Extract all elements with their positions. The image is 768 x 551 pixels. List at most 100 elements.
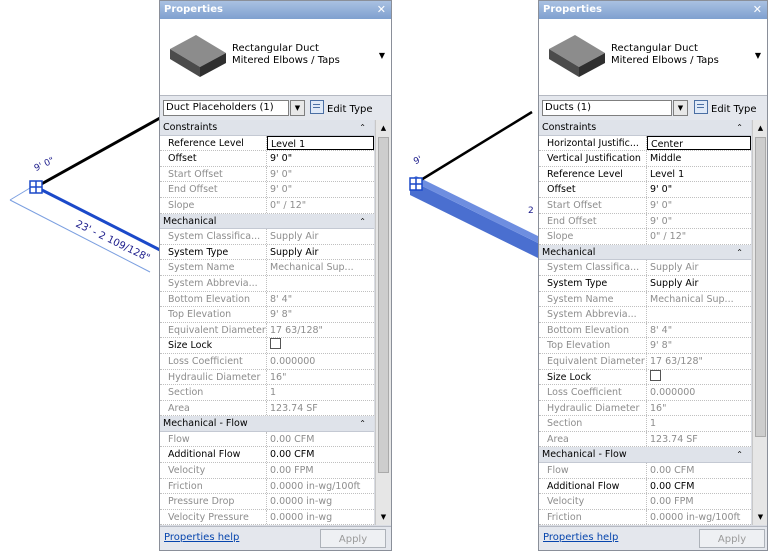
property-row: Section 1 [539,416,751,432]
property-row[interactable]: Additional Flow 0.00 CFM [160,447,374,464]
property-name: Size Lock [160,338,267,353]
property-name: Top Elevation [539,338,647,353]
instance-filter-dropdown[interactable]: Duct Placeholders (1) [163,100,289,116]
collapse-icon[interactable]: ⌃ [736,245,743,261]
property-name: Friction [539,509,647,525]
scrollbar[interactable]: ▲ ▼ [752,120,767,525]
property-row: Start Offset 9' 0" [160,166,374,183]
chevron-down-icon[interactable]: ▼ [379,51,385,60]
scroll-down-icon[interactable]: ▼ [753,509,767,525]
property-name: Velocity Pressure [160,509,267,525]
group-header-label: Constraints [542,122,597,133]
chevron-down-icon[interactable]: ▼ [673,100,688,116]
property-row[interactable]: Reference Level Level 1 [539,166,751,183]
scroll-thumb[interactable] [755,137,766,437]
group-header[interactable]: Constraints ⌃ [539,120,751,136]
property-value[interactable]: Supply Air [647,276,751,291]
property-row[interactable]: System Type Supply Air [539,275,751,292]
property-value[interactable]: Level 1 [267,135,374,151]
property-row[interactable]: Size Lock [539,369,751,386]
property-name: Slope [160,197,267,213]
edit-type-icon [694,100,708,114]
size-lock-checkbox[interactable] [267,338,374,353]
scroll-up-icon[interactable]: ▲ [376,120,391,136]
property-value: 0.00 FPM [650,496,694,508]
property-name: System Name [539,291,647,307]
property-value[interactable]: 0.00 CFM [647,479,751,494]
collapse-icon[interactable]: ⌃ [359,214,366,230]
group-header[interactable]: Mechanical - Flow ⌃ [160,416,374,432]
properties-help-link[interactable]: Properties help [543,532,618,543]
property-value: 0" / 12" [650,231,687,243]
chevron-down-icon[interactable]: ▼ [290,100,305,116]
panel-titlebar[interactable]: Properties ✕ [539,1,767,19]
group-header[interactable]: Mechanical ⌃ [539,244,751,261]
size-lock-checkbox[interactable] [647,369,751,385]
group-header[interactable]: Mechanical - Flow ⌃ [539,447,751,464]
scroll-up-icon[interactable]: ▲ [753,120,767,136]
property-value: 123.74 SF [270,402,318,414]
instance-filter-dropdown[interactable]: Ducts (1) [542,100,672,116]
property-name: Size Lock [539,369,647,385]
edit-type-button[interactable]: Edit Type [310,100,373,116]
property-row[interactable]: Additional Flow 0.00 CFM [539,478,751,495]
property-row[interactable]: Reference Level Level 1 [160,135,374,152]
edit-type-button[interactable]: Edit Type [694,100,757,116]
collapse-icon[interactable]: ⌃ [736,447,743,463]
collapse-icon[interactable]: ⌃ [359,120,366,136]
property-row[interactable]: Offset 9' 0" [539,182,751,198]
property-value: 0.00 CFM [650,465,695,477]
property-value[interactable]: Center [647,135,751,151]
property-row[interactable]: Size Lock [160,338,374,354]
property-value: 16" [650,402,667,414]
group-header[interactable]: Mechanical ⌃ [160,213,374,230]
property-name: System Name [160,260,267,275]
panel-titlebar[interactable]: Properties ✕ [160,1,391,19]
checkbox-icon[interactable] [270,338,281,350]
group-header-label: Mechanical - Flow [163,418,248,430]
property-name: Reference Level [160,135,267,151]
property-name: End Offset [539,213,647,229]
property-value[interactable]: Supply Air [267,245,374,260]
type-selector[interactable]: Rectangular Duct Mitered Elbows / Taps ▼ [160,19,391,96]
duct-3d[interactable] [410,180,538,258]
collapse-icon[interactable]: ⌃ [736,120,743,136]
close-icon[interactable]: ✕ [377,1,386,19]
property-value: Mechanical Sup... [650,293,734,305]
close-icon[interactable]: ✕ [753,1,762,19]
scroll-down-icon[interactable]: ▼ [376,509,391,525]
property-row: Flow 0.00 CFM [160,431,374,448]
collapse-icon[interactable]: ⌃ [359,416,366,432]
property-value[interactable]: Level 1 [647,167,751,182]
apply-button[interactable]: Apply [699,529,765,548]
panel-title: Properties [164,4,223,15]
property-value: 9' 0" [650,199,673,211]
property-name: End Offset [160,182,267,197]
placeholder-centerline[interactable] [35,116,161,189]
property-row[interactable]: Horizontal Justific... Center [539,135,751,152]
property-row: System Abbrevia... [160,275,374,292]
properties-help-link[interactable]: Properties help [164,532,239,543]
checkbox-icon[interactable] [650,369,661,381]
property-value[interactable]: 0.00 CFM [267,447,374,462]
type-selector[interactable]: Rectangular Duct Mitered Elbows / Taps ▼ [539,19,767,96]
scroll-thumb[interactable] [378,137,389,473]
apply-button[interactable]: Apply [320,529,386,548]
property-row[interactable]: Offset 9' 0" [160,151,374,167]
scrollbar[interactable]: ▲ ▼ [375,120,391,525]
property-value: 0.0000 in-wg [270,511,333,523]
property-value[interactable]: Middle [647,151,751,166]
duct-centerline[interactable] [415,110,533,185]
property-value: 17 63/128" [270,324,323,336]
property-row: System Abbrevia... [539,307,751,323]
property-value: 0.0000 in-wg/100ft [270,480,361,492]
duct-thumbnail-icon [170,35,226,77]
properties-grid: Constraints ⌃ Horizontal Justific... Center… [539,120,751,525]
property-name: Flow [160,431,267,447]
property-value[interactable]: 9' 0" [647,182,751,197]
property-row[interactable]: System Type Supply Air [160,244,374,261]
property-row[interactable]: Vertical Justification Middle [539,151,751,167]
group-header[interactable]: Constraints ⌃ [160,120,374,136]
chevron-down-icon[interactable]: ▼ [755,51,761,60]
property-value[interactable]: 9' 0" [267,151,374,166]
